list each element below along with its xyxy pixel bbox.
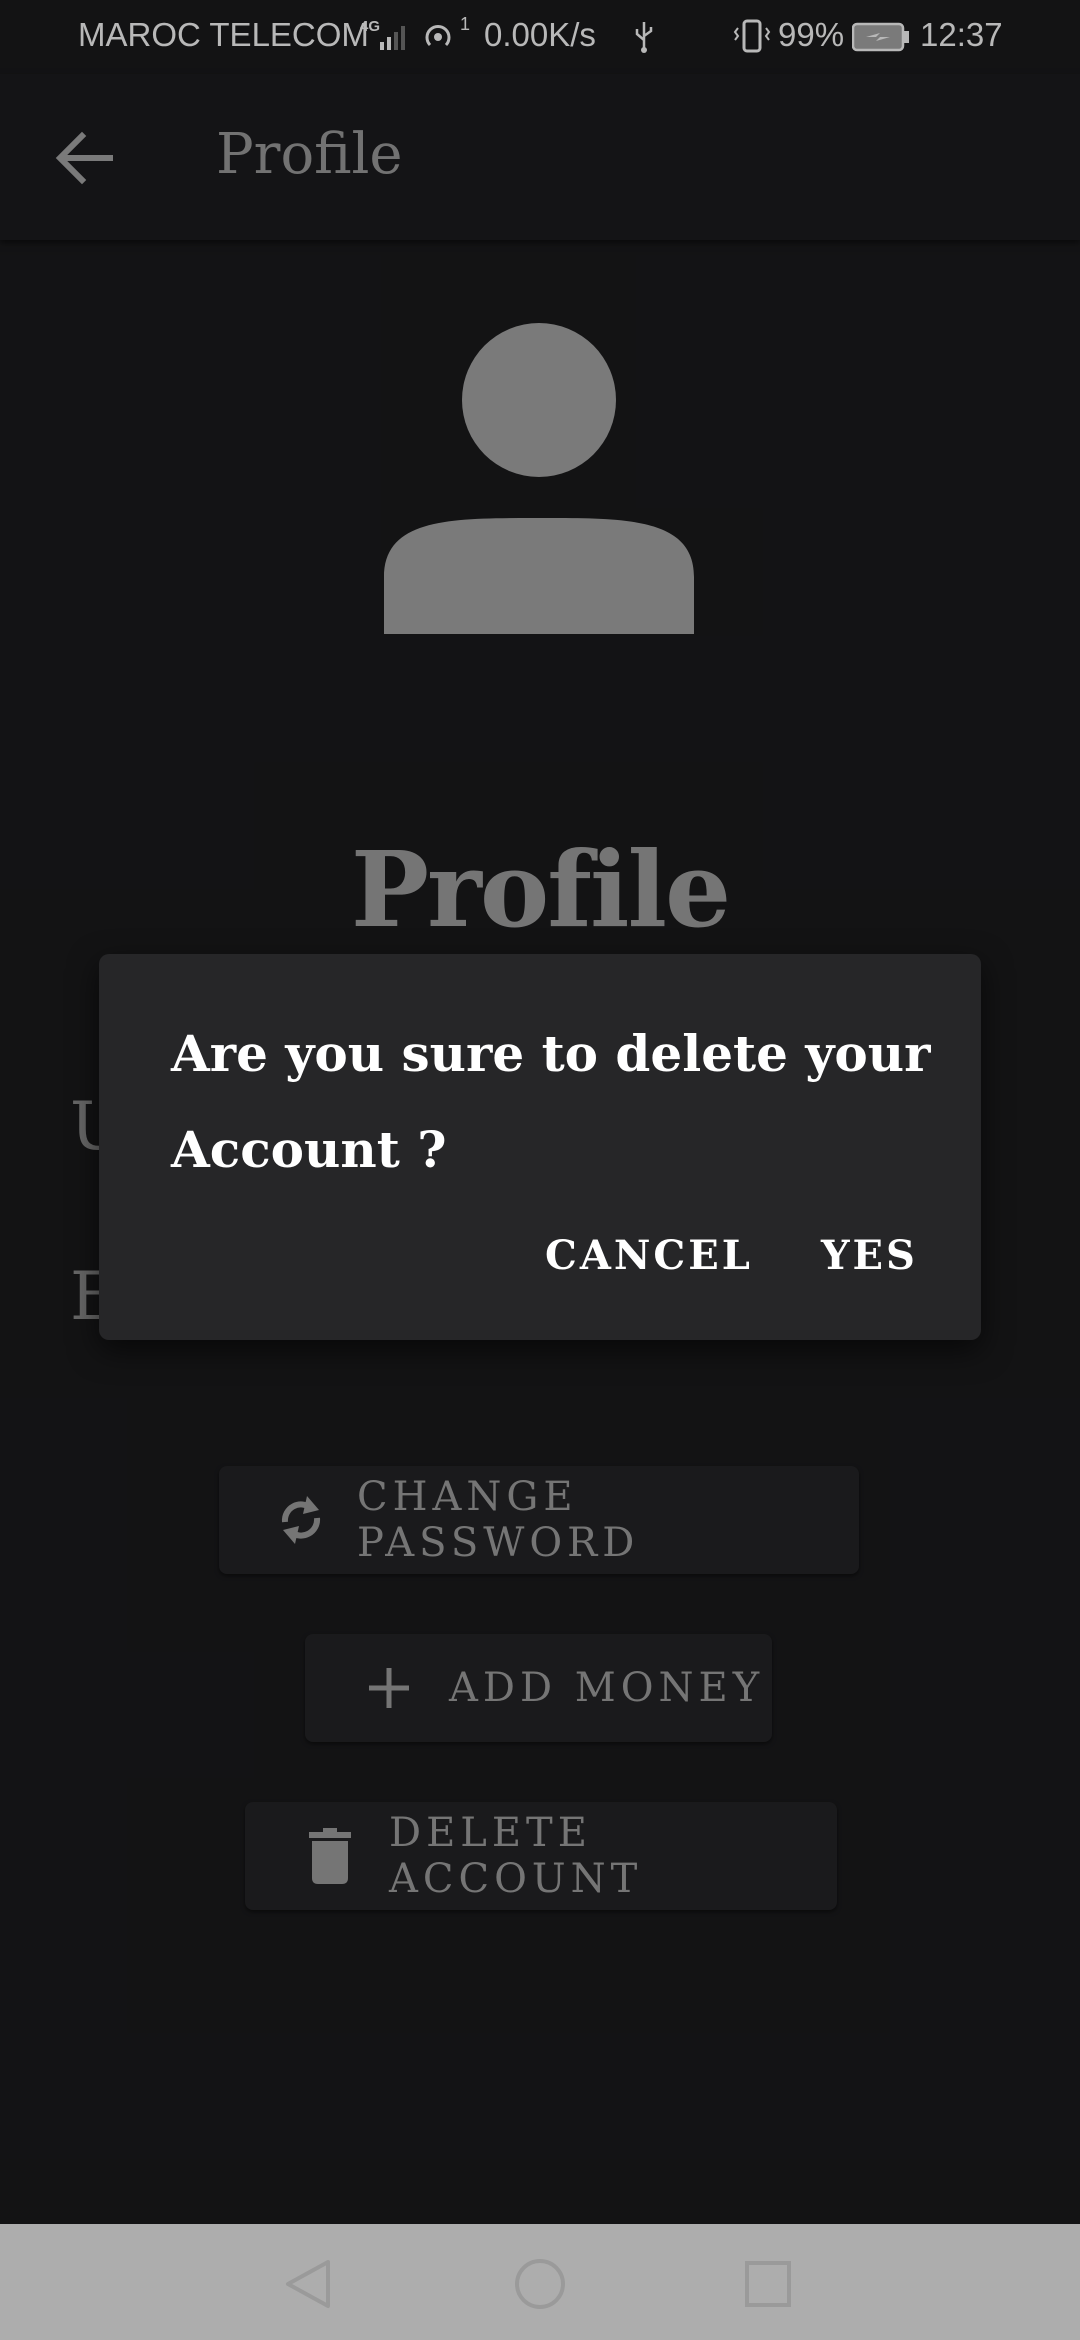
back-triangle-icon[interactable] xyxy=(278,2254,338,2314)
delete-confirm-dialog: Are you sure to delete your Account ? CA… xyxy=(99,954,981,1340)
yes-button[interactable]: YES xyxy=(821,1232,918,1279)
cancel-button[interactable]: CANCEL xyxy=(545,1232,753,1279)
home-circle-icon[interactable] xyxy=(510,2254,570,2314)
dialog-message: Are you sure to delete your Account ? xyxy=(171,1024,931,1179)
recents-square-icon[interactable] xyxy=(738,2254,798,2314)
system-nav-bar xyxy=(0,2224,1080,2340)
